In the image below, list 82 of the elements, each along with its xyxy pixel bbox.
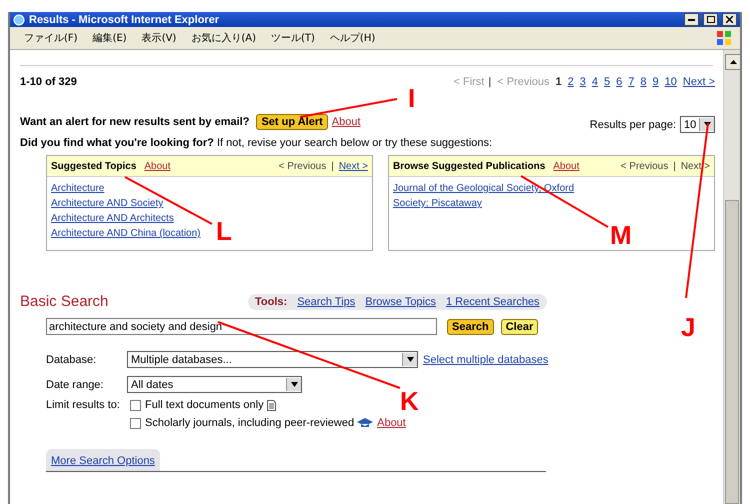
about-link[interactable]: About <box>332 116 361 128</box>
results-per-page-label: Results per page: <box>590 118 676 130</box>
tools-label: Tools: <box>255 296 288 308</box>
pager-separator: | <box>331 160 334 172</box>
graduation-cap-icon <box>357 418 374 428</box>
set-up-alert-button[interactable]: Set up Alert <box>256 114 328 130</box>
select-databases-link[interactable]: Select multiple databases <box>423 354 548 366</box>
suggestion-link[interactable]: Architecture AND Society <box>51 198 164 209</box>
menu-item[interactable]: 編集(E) <box>92 31 127 45</box>
caret-icon <box>406 357 414 362</box>
panel-title: Browse Suggested Publications <box>393 160 546 172</box>
close-icon <box>726 16 733 23</box>
results-per-page-select[interactable]: 10 <box>680 116 715 133</box>
pager-link[interactable]: 9 <box>652 76 659 88</box>
maximize-icon <box>706 16 714 23</box>
result-count: 1-10 of 329 <box>20 76 78 88</box>
checkbox[interactable] <box>130 418 141 428</box>
menu-item[interactable]: 表示(V) <box>142 31 176 45</box>
tool-link[interactable]: Search Tips <box>297 296 356 308</box>
previous-label: < Previous <box>620 160 668 172</box>
section-title: Basic Search <box>20 293 110 310</box>
callout-letter: J <box>681 312 696 342</box>
database-label: Database: <box>46 354 98 366</box>
menu-item[interactable]: ツール(T) <box>271 31 315 45</box>
pager-link[interactable]: 10 <box>664 76 677 88</box>
menu-item[interactable]: お気に入り(A) <box>191 31 256 45</box>
tool-link[interactable]: Browse Topics <box>365 296 436 308</box>
pager-link[interactable]: 4 <box>592 76 598 88</box>
pager-separator: | <box>488 76 492 88</box>
limit-label: Limit results to: <box>46 399 121 411</box>
callout-letter: I <box>408 83 416 113</box>
date-range-label: Date range: <box>46 378 104 390</box>
minimize-icon <box>688 18 695 20</box>
search-field[interactable]: architecture and society and design <box>46 318 437 335</box>
browser-logo-icon <box>13 14 25 26</box>
database-select[interactable]: Multiple databases... <box>127 351 418 368</box>
caret-icon <box>704 122 710 127</box>
previous-label: < Previous <box>278 160 326 172</box>
panel-title: Suggested Topics <box>51 160 136 172</box>
caret-icon <box>290 382 298 387</box>
checkbox-label: Full text documents only <box>145 399 264 411</box>
suggestion-link[interactable]: Society; Piscataway <box>393 198 482 209</box>
next-link[interactable]: Next > <box>338 160 368 172</box>
checkbox-label: Scholarly journals, including peer-reviewed <box>145 417 354 429</box>
suggestions-prompt: Did you find what you're looking for? If not, revise your search below or try these suggestions: <box>20 137 494 149</box>
scroll-up-icon <box>730 60 736 64</box>
menu-item[interactable]: ファイル(F) <box>24 31 78 45</box>
suggestion-link[interactable]: Architecture AND China (location) <box>51 228 201 239</box>
pager-link[interactable]: 2 <box>568 76 574 88</box>
more-options-tab[interactable]: More Search Options <box>46 449 160 471</box>
pager-link[interactable]: 3 <box>580 76 586 88</box>
date-range-select[interactable]: All dates <box>127 376 302 393</box>
document-icon <box>266 400 276 410</box>
about-link[interactable]: About <box>553 160 580 172</box>
callout-letter: L <box>216 216 232 246</box>
scrollbar[interactable] <box>723 50 740 504</box>
search-button[interactable]: Search <box>447 318 494 334</box>
scroll-thumb[interactable] <box>725 200 739 504</box>
pager-link[interactable]: 5 <box>604 76 610 88</box>
next-label: Next > <box>680 160 710 172</box>
menu-item[interactable]: ヘルプ(H) <box>330 31 376 45</box>
pager-link[interactable]: Next > <box>682 76 715 88</box>
minimize-button[interactable] <box>684 13 699 26</box>
windows-flag-icon <box>716 30 732 46</box>
tool-link[interactable]: 1 Recent Searches <box>446 296 540 308</box>
pager-separator: | <box>673 160 676 172</box>
maximize-button[interactable] <box>703 13 718 26</box>
suggestion-link[interactable]: Journal of the Geological Society, Oxford <box>393 183 574 194</box>
pager-link[interactable]: 7 <box>628 76 634 88</box>
window-title: Results - Microsoft Internet Explorer <box>29 14 220 26</box>
close-button[interactable] <box>722 13 737 26</box>
pager-link[interactable]: 8 <box>640 76 647 88</box>
suggestion-link[interactable]: Architecture <box>51 183 104 194</box>
callout-letter: K <box>400 386 419 416</box>
clear-button[interactable]: Clear <box>500 318 538 334</box>
about-link[interactable]: About <box>377 417 406 429</box>
suggestion-link[interactable]: Architecture AND Architects <box>51 213 174 224</box>
callout-letter: M <box>610 220 632 250</box>
about-link[interactable]: About <box>144 160 171 172</box>
pager-link[interactable]: 6 <box>616 76 622 88</box>
checkbox[interactable] <box>130 400 141 410</box>
alert-prompt: Want an alert for new results sent by email? <box>20 116 250 128</box>
